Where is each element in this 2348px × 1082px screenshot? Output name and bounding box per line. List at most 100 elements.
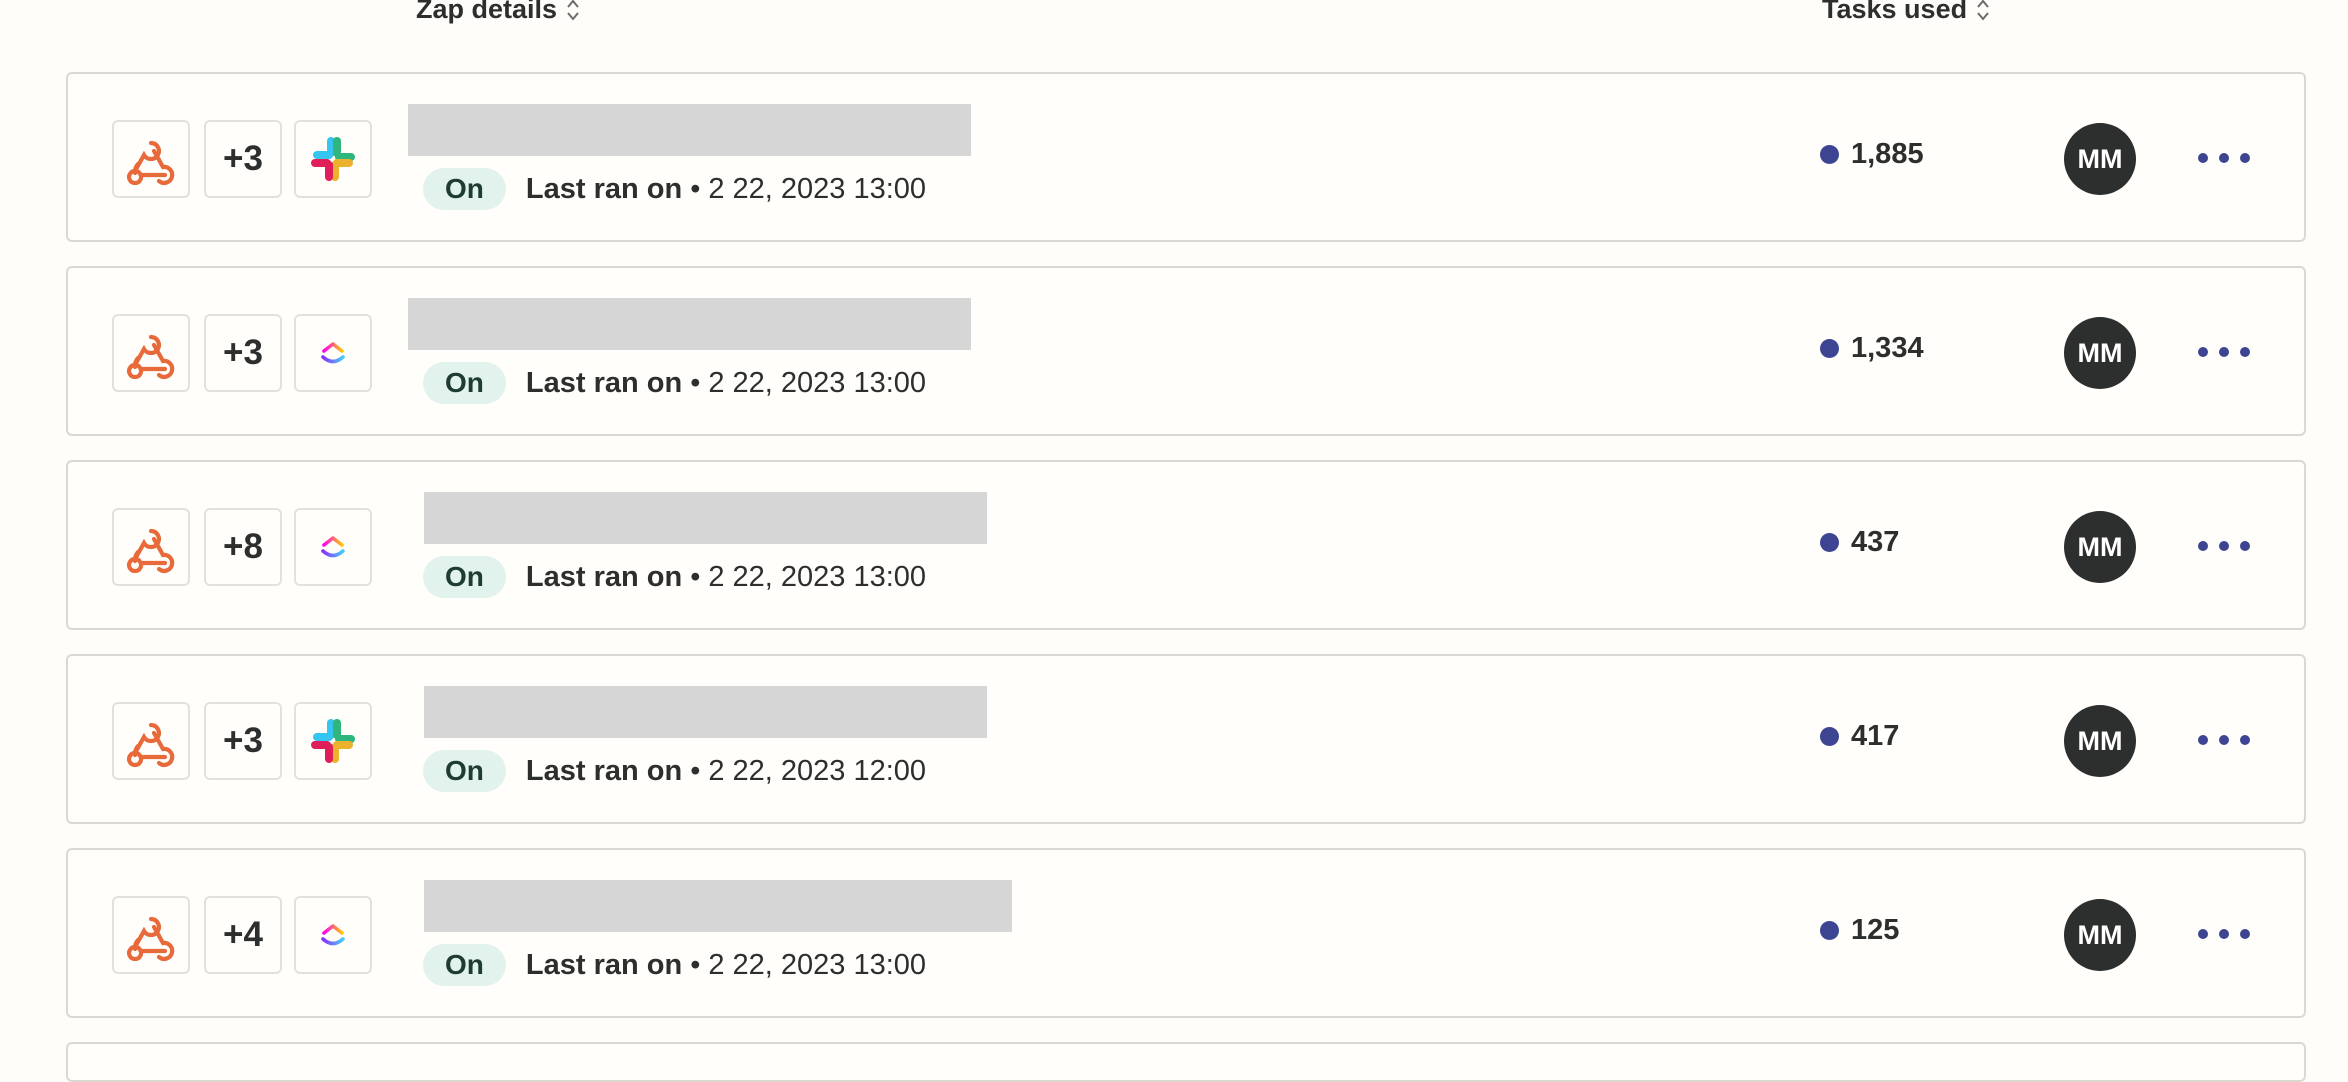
zap-row[interactable] [66, 1042, 2306, 1082]
tasks-used: 1,334 [1820, 332, 1924, 365]
more-options-button[interactable] [2198, 140, 2250, 176]
dot-icon [2219, 735, 2229, 745]
zap-name-redacted[interactable] [408, 298, 971, 350]
dot-icon [2240, 347, 2250, 357]
tasks-used: 125 [1820, 914, 1899, 947]
task-dot-icon [1820, 339, 1839, 358]
webhook-icon [126, 916, 175, 962]
trigger-app-icon[interactable] [112, 508, 190, 586]
owner-avatar[interactable]: MM [2064, 899, 2136, 971]
task-dot-icon [1820, 727, 1839, 746]
tasks-used: 437 [1820, 526, 1899, 559]
action-app-icon[interactable] [294, 896, 372, 974]
tasks-used-header-label: Tasks used [1822, 0, 1968, 24]
last-ran-label: Last ran on [525, 948, 683, 981]
zap-status-line: On Last ran on • 2 22, 2023 13:00 [423, 556, 926, 598]
owner-avatar[interactable]: MM [2064, 123, 2136, 195]
owner-avatar[interactable]: MM [2064, 511, 2136, 583]
webhook-icon [126, 722, 175, 768]
trigger-app-icon[interactable] [112, 702, 190, 780]
action-app-icon[interactable] [294, 314, 372, 392]
zap-row[interactable]: +4 On Last ran on • 2 22, 2023 13:00 125… [66, 848, 2306, 1018]
clickup-icon [321, 342, 345, 364]
extra-apps-count[interactable]: +4 [204, 896, 282, 974]
tasks-used-count: 1,334 [1851, 332, 1924, 364]
dot-icon [2219, 347, 2229, 357]
dot-icon [2198, 347, 2208, 357]
extra-apps-count[interactable]: +3 [204, 120, 282, 198]
task-dot-icon [1820, 921, 1839, 940]
clickup-icon [321, 924, 345, 946]
zap-status-line: On Last ran on • 2 22, 2023 13:00 [423, 944, 926, 986]
tasks-used: 1,885 [1820, 138, 1924, 171]
sort-icon [1977, 0, 1989, 21]
zap-name-redacted[interactable] [424, 686, 987, 738]
dot-icon [2198, 735, 2208, 745]
last-ran-label: Last ran on [525, 172, 683, 205]
status-badge: On [423, 944, 506, 986]
last-ran-label: Last ran on [525, 560, 683, 593]
extra-apps-count[interactable]: +8 [204, 508, 282, 586]
table-header: Zap details Tasks used [0, 0, 2348, 34]
zap-row[interactable]: +3 On Last ran on • 2 22, 2023 12:00 417… [66, 654, 2306, 824]
status-badge: On [423, 750, 506, 792]
last-ran-time: 2 22, 2023 13:00 [708, 948, 927, 981]
dot-icon [2219, 929, 2229, 939]
last-ran-label: Last ran on [525, 366, 683, 399]
more-options-button[interactable] [2198, 916, 2250, 952]
separator-bullet: • [690, 754, 701, 787]
trigger-app-icon[interactable] [112, 896, 190, 974]
dot-icon [2240, 541, 2250, 551]
tasks-used-count: 1,885 [1851, 138, 1924, 170]
webhook-icon [126, 334, 175, 380]
zap-name-redacted[interactable] [424, 880, 1012, 932]
extra-apps-count[interactable]: +3 [204, 314, 282, 392]
trigger-app-icon[interactable] [112, 120, 190, 198]
owner-avatar[interactable]: MM [2064, 317, 2136, 389]
dot-icon [2219, 541, 2229, 551]
zap-row[interactable]: +3 On Last ran on • 2 22, 2023 13:00 1,3… [66, 266, 2306, 436]
action-app-icon[interactable] [294, 120, 372, 198]
action-app-icon[interactable] [294, 508, 372, 586]
zap-details-column-header[interactable]: Zap details [416, 0, 581, 25]
owner-avatar[interactable]: MM [2064, 705, 2136, 777]
last-ran-time: 2 22, 2023 13:00 [708, 366, 927, 399]
dot-icon [2198, 541, 2208, 551]
tasks-used-count: 437 [1851, 526, 1900, 558]
zap-row[interactable]: +8 On Last ran on • 2 22, 2023 13:00 437… [66, 460, 2306, 630]
separator-bullet: • [690, 560, 701, 593]
status-badge: On [423, 168, 506, 210]
dot-icon [2240, 929, 2250, 939]
zap-name-redacted[interactable] [408, 104, 971, 156]
tasks-used: 417 [1820, 720, 1899, 753]
extra-apps-count[interactable]: +3 [204, 702, 282, 780]
separator-bullet: • [690, 948, 701, 981]
more-options-button[interactable] [2198, 528, 2250, 564]
webhook-icon [126, 140, 175, 186]
separator-bullet: • [690, 366, 701, 399]
dot-icon [2240, 735, 2250, 745]
zap-details-header-label: Zap details [416, 0, 558, 24]
status-badge: On [423, 556, 506, 598]
tasks-used-count: 125 [1851, 914, 1900, 946]
slack-icon [311, 719, 355, 763]
zap-list: +3 On Last ran on • 2 22, 2023 13:00 1,8… [66, 72, 2306, 1082]
webhook-icon [126, 528, 175, 574]
status-badge: On [423, 362, 506, 404]
more-options-button[interactable] [2198, 334, 2250, 370]
action-app-icon[interactable] [294, 702, 372, 780]
sort-icon [567, 0, 579, 21]
tasks-used-column-header[interactable]: Tasks used [1822, 0, 1991, 25]
zap-name-redacted[interactable] [424, 492, 987, 544]
last-ran-time: 2 22, 2023 12:00 [708, 754, 927, 787]
zap-row[interactable]: +3 On Last ran on • 2 22, 2023 13:00 1,8… [66, 72, 2306, 242]
trigger-app-icon[interactable] [112, 314, 190, 392]
last-ran-label: Last ran on [525, 754, 683, 787]
last-ran-time: 2 22, 2023 13:00 [708, 172, 927, 205]
dot-icon [2219, 153, 2229, 163]
dot-icon [2198, 929, 2208, 939]
last-ran-time: 2 22, 2023 13:00 [708, 560, 927, 593]
zap-status-line: On Last ran on • 2 22, 2023 13:00 [423, 168, 926, 210]
zap-status-line: On Last ran on • 2 22, 2023 13:00 [423, 362, 926, 404]
more-options-button[interactable] [2198, 722, 2250, 758]
